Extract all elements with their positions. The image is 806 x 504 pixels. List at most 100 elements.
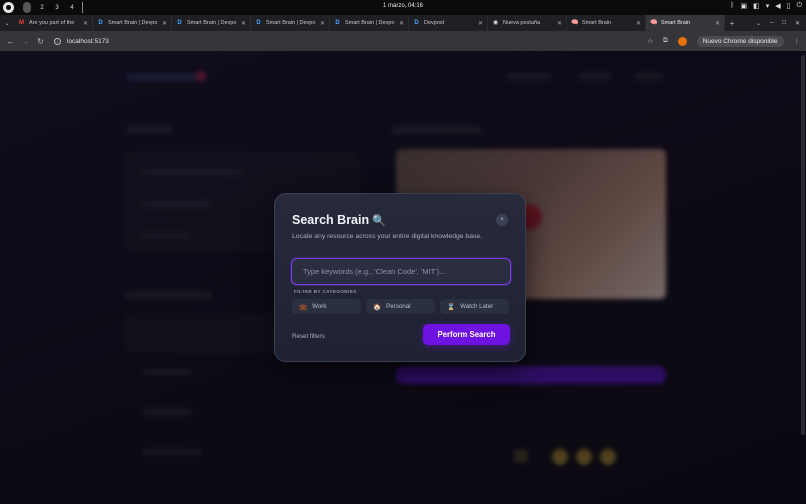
- category-chip-personal[interactable]: 🏠 Personal: [366, 299, 435, 314]
- tab-title: Nueva pestaña: [503, 20, 540, 26]
- toolbar-actions: ☆ ⧉ Nuevo Chrome disponible ⋮: [647, 35, 806, 47]
- workspace-4[interactable]: 4: [68, 5, 76, 11]
- perform-search-button[interactable]: Perform Search: [423, 324, 510, 345]
- bg-line: [142, 169, 242, 175]
- browser-tab[interactable]: D Smart Brain | Devpo ✕: [330, 15, 409, 31]
- brain-icon: 🧠: [571, 19, 579, 26]
- tab-list-chevron-icon[interactable]: ⌄: [0, 20, 14, 27]
- workspace-switcher: 2 3 4: [23, 2, 76, 13]
- profile-avatar[interactable]: [677, 36, 687, 46]
- workspace-1[interactable]: [23, 2, 31, 13]
- new-tab-plus-icon[interactable]: +: [725, 19, 739, 28]
- close-modal-button[interactable]: ×: [496, 214, 508, 226]
- close-tab-icon[interactable]: ✕: [399, 20, 404, 27]
- category-label: Watch Later: [460, 303, 494, 310]
- close-tab-icon[interactable]: ✕: [478, 20, 483, 27]
- bluetooth-icon[interactable]: ᛒ: [730, 2, 734, 10]
- devpost-icon: D: [177, 19, 182, 26]
- tab-title: Smart Brain: [582, 20, 612, 26]
- bg-line: [142, 233, 190, 239]
- browser-tab[interactable]: 🧠 Smart Brain ✕: [646, 15, 725, 31]
- house-icon: 🏠: [373, 303, 382, 311]
- window-icon[interactable]: ▣: [740, 2, 747, 10]
- back-arrow-icon[interactable]: ←: [3, 37, 18, 46]
- browser-tab[interactable]: D Smart Brain | Devpo ✕: [251, 15, 330, 31]
- battery-icon[interactable]: ▯: [787, 2, 791, 10]
- bg-line: [142, 409, 192, 415]
- tab-container: M Are you part of the ✕ D Smart Brain | Devp…: [14, 15, 725, 31]
- close-tab-icon[interactable]: ✕: [636, 20, 641, 27]
- close-tab-icon[interactable]: ✕: [557, 20, 562, 27]
- browser-tab[interactable]: D Devpost ✕: [409, 15, 488, 31]
- omnibox[interactable]: i localhost:5173: [54, 37, 109, 45]
- devpost-icon: D: [256, 19, 261, 26]
- devpost-icon: D: [98, 19, 103, 26]
- tab-title: Devpost: [424, 20, 445, 26]
- bg-heading: [126, 291, 212, 299]
- app-logo: [126, 73, 206, 81]
- maximize-icon[interactable]: □: [782, 20, 786, 27]
- tab-title: Smart Brain | Devpo: [108, 20, 158, 26]
- browser-tab[interactable]: D Smart Brain | Devpo ✕: [172, 15, 251, 31]
- wifi-icon[interactable]: ▾: [766, 2, 770, 10]
- reload-icon[interactable]: ↻: [33, 37, 48, 46]
- close-tab-icon[interactable]: ✕: [320, 20, 325, 27]
- address-toolbar: ← → ↻ i localhost:5173 ☆ ⧉ Nuevo Chrome …: [0, 31, 806, 51]
- close-tab-icon[interactable]: ✕: [162, 20, 167, 27]
- site-info-icon[interactable]: i: [54, 37, 61, 45]
- modal-title: Search Brain 🔍: [292, 213, 386, 227]
- browser-tab[interactable]: M Are you part of the ✕: [14, 15, 93, 31]
- close-tab-icon[interactable]: ✕: [83, 20, 88, 27]
- forward-arrow-icon[interactable]: →: [18, 37, 33, 46]
- tab-title: Smart Brain: [661, 20, 691, 26]
- briefcase-icon: 💼: [299, 303, 308, 311]
- os-logo-icon[interactable]: [3, 2, 14, 13]
- browser-tab[interactable]: D Smart Brain | Devpo ✕: [93, 15, 172, 31]
- extensions-puzzle-icon[interactable]: ⧉: [663, 37, 668, 45]
- bg-nav-item: [578, 73, 612, 80]
- bg-line: [142, 201, 212, 207]
- tab-search-chevron-icon[interactable]: ⌄: [756, 20, 761, 27]
- workspace-divider: [82, 2, 83, 13]
- bg-line: [142, 449, 202, 455]
- close-tab-icon[interactable]: ✕: [241, 20, 246, 27]
- magnifier-icon: 🔍: [372, 214, 386, 227]
- bg-line: [142, 369, 192, 375]
- search-input[interactable]: [291, 258, 511, 285]
- os-top-bar: 2 3 4 1 marzo, 04:16 ᛒ ▣ ◧ ▾ ◀ ▯ ⏻: [0, 0, 806, 15]
- system-tray: ᛒ ▣ ◧ ▾ ◀ ▯ ⏻: [730, 2, 802, 10]
- bg-heading: [392, 126, 482, 134]
- category-chip-work[interactable]: 💼 Work: [292, 299, 361, 314]
- volume-icon[interactable]: ◀: [775, 2, 780, 10]
- tab-title: Smart Brain | Devpo: [266, 20, 316, 26]
- browser-menu-icon[interactable]: ⋮: [794, 37, 801, 45]
- devpost-icon: D: [335, 19, 340, 26]
- browser-tab[interactable]: ◉ Nueva pestaña ✕: [488, 15, 567, 31]
- url-text: localhost:5173: [67, 37, 109, 45]
- brain-icon: 🧠: [650, 19, 658, 26]
- browser-tab-strip: ⌄ M Are you part of the ✕ D Smart Brain | De…: [0, 15, 806, 31]
- workspace-3[interactable]: 3: [53, 5, 61, 11]
- minimize-icon[interactable]: –: [770, 20, 773, 27]
- bg-chip: [576, 449, 592, 465]
- workspace-2[interactable]: 2: [38, 5, 46, 11]
- sidebar-icon[interactable]: ◧: [753, 2, 760, 10]
- browser-tab[interactable]: 🧠 Smart Brain ✕: [567, 15, 646, 31]
- hourglass-icon: ⌛: [447, 303, 456, 311]
- reset-filters-link[interactable]: Reset filters: [292, 333, 325, 340]
- gmail-icon: M: [19, 19, 24, 26]
- clock[interactable]: 1 marzo, 04:16: [0, 3, 806, 9]
- chrome-update-button[interactable]: Nuevo Chrome disponible: [696, 35, 784, 47]
- close-tab-icon[interactable]: ✕: [715, 20, 720, 27]
- tab-title: Smart Brain | Devpo: [187, 20, 237, 26]
- page-scrollbar[interactable]: [801, 55, 805, 435]
- category-label: Personal: [386, 303, 411, 310]
- search-modal: Search Brain 🔍 × Locate any resource acr…: [274, 193, 526, 362]
- bookmark-star-icon[interactable]: ☆: [647, 37, 653, 45]
- modal-subtitle: Locate any resource across your entire d…: [292, 233, 483, 240]
- chrome-icon: ◉: [492, 19, 499, 26]
- close-window-icon[interactable]: ✕: [795, 20, 800, 27]
- bg-primary-bar: [396, 366, 666, 384]
- power-icon[interactable]: ⏻: [796, 2, 802, 10]
- category-chip-watch-later[interactable]: ⌛ Watch Later: [440, 299, 509, 314]
